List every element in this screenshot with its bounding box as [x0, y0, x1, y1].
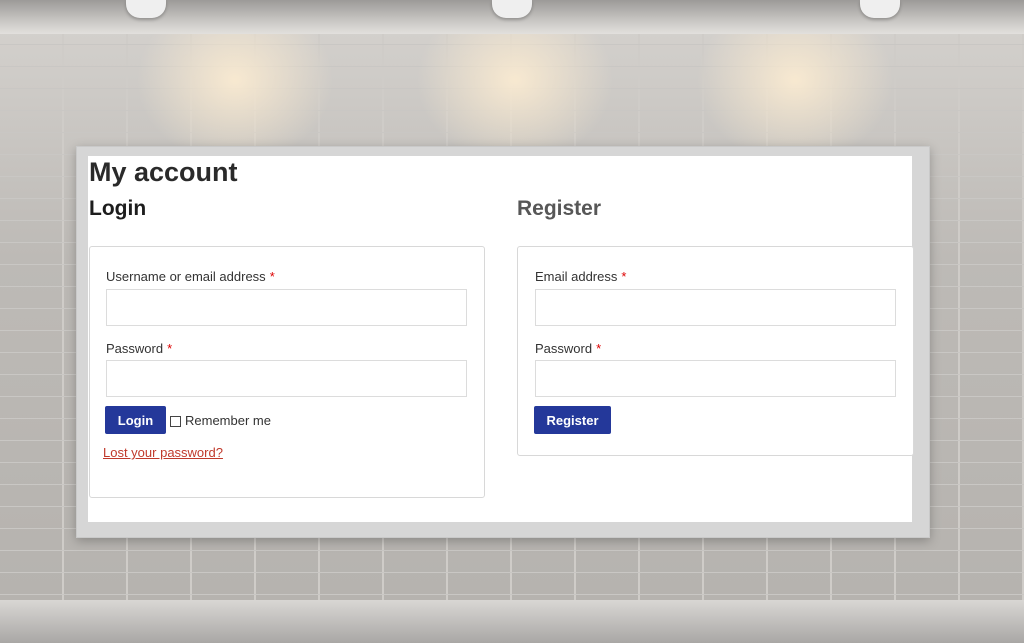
register-heading: Register — [517, 197, 602, 220]
register-password-input[interactable] — [535, 360, 896, 397]
login-password-input[interactable] — [106, 360, 467, 397]
username-label: Username or email address * — [106, 269, 275, 284]
remember-me[interactable]: Remember me — [170, 413, 271, 429]
lost-password-link[interactable]: Lost your password? — [103, 445, 223, 460]
username-input[interactable] — [106, 289, 467, 326]
spotlight-icon — [492, 0, 532, 18]
page-title: My account — [89, 157, 238, 187]
login-password-label: Password * — [106, 341, 173, 356]
remember-me-checkbox[interactable] — [170, 415, 181, 427]
login-button[interactable]: Login — [105, 406, 166, 434]
floor — [0, 600, 1024, 643]
register-password-label: Password * — [535, 341, 602, 356]
spotlight-icon — [126, 0, 166, 18]
required-mark: * — [596, 341, 602, 356]
required-mark: * — [167, 341, 173, 356]
email-label: Email address * — [535, 269, 627, 284]
required-mark: * — [621, 269, 627, 284]
required-mark: * — [269, 269, 275, 284]
register-button[interactable]: Register — [534, 406, 611, 434]
remember-me-label: Remember me — [185, 413, 271, 428]
spotlight-icon — [860, 0, 900, 18]
email-input[interactable] — [535, 289, 896, 326]
login-heading: Login — [89, 197, 147, 220]
